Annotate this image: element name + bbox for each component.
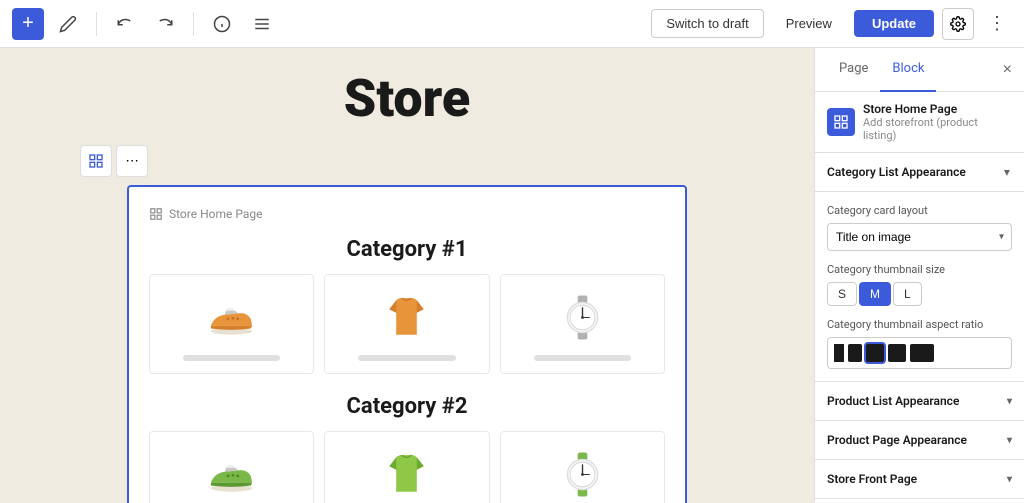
watch-green-image bbox=[552, 444, 612, 503]
accordion-product-page: Product Page Appearance ▾ bbox=[815, 421, 1024, 460]
aspect-square-sm-icon bbox=[848, 346, 862, 360]
info-button[interactable] bbox=[206, 8, 238, 40]
product-page-accordion-header[interactable]: Product Page Appearance ▾ bbox=[815, 421, 1024, 459]
aspect-tall-button[interactable] bbox=[834, 344, 844, 362]
chevron-down-icon-3: ▾ bbox=[1007, 474, 1012, 485]
shirt-green-image bbox=[377, 444, 437, 503]
product-list-accordion-header[interactable]: Product List Appearance ▾ bbox=[815, 382, 1024, 420]
redo-button[interactable] bbox=[149, 8, 181, 40]
preview-button[interactable]: Preview bbox=[772, 10, 846, 37]
store-page-title: Store bbox=[344, 68, 470, 129]
undo-button[interactable] bbox=[109, 8, 141, 40]
aspect-ratio-label: Category thumbnail aspect ratio bbox=[827, 318, 1012, 331]
product-card-shoe bbox=[149, 274, 314, 374]
toolbar-right: Switch to draft Preview Update ⋮ bbox=[651, 8, 1012, 40]
shoe-orange-image bbox=[202, 287, 262, 347]
aspect-wide-sm-icon bbox=[888, 347, 906, 359]
store-block-header: Store Home Page bbox=[149, 207, 665, 221]
card-layout-select-wrapper: Title on image Title below image ▾ bbox=[827, 223, 1012, 251]
store-block-icon-button[interactable] bbox=[80, 145, 112, 177]
block-info-subtitle: Add storefront (product listing) bbox=[863, 116, 1012, 142]
block-controls: ⋯ bbox=[80, 145, 148, 177]
accordion-store-front: Store Front Page ▾ bbox=[815, 460, 1024, 499]
toolbar-divider-2 bbox=[193, 12, 194, 36]
accordion-category-list: Category List Appearance ▲ Category card… bbox=[815, 153, 1024, 382]
toolbar: + Switch to dra bbox=[0, 0, 1024, 48]
shoe-green-image bbox=[202, 444, 262, 503]
product-page-label: Product Page Appearance bbox=[827, 433, 967, 447]
block-info: Store Home Page Add storefront (product … bbox=[815, 92, 1024, 153]
block-info-title: Store Home Page bbox=[863, 102, 1012, 116]
chevron-down-icon: ▾ bbox=[1007, 396, 1012, 407]
tab-page[interactable]: Page bbox=[827, 48, 880, 92]
settings-button[interactable] bbox=[942, 8, 974, 40]
category-2-title: Category #2 bbox=[149, 394, 665, 419]
product-card-shirt bbox=[324, 274, 489, 374]
toolbar-divider bbox=[96, 12, 97, 36]
category-list-label: Category List Appearance bbox=[827, 165, 966, 179]
chevron-down-icon-2: ▾ bbox=[1007, 435, 1012, 446]
update-button[interactable]: Update bbox=[854, 10, 934, 37]
pen-icon-button[interactable] bbox=[52, 8, 84, 40]
product-grid-2 bbox=[149, 431, 665, 503]
aspect-wide-sm-button[interactable] bbox=[888, 344, 906, 362]
category-section-2: Category #2 bbox=[149, 394, 665, 503]
category-section-1: Category #1 bbox=[149, 237, 665, 374]
sidebar: Page Block × Store Home Page Add storefr… bbox=[814, 48, 1024, 503]
thumbnail-size-group: S M L bbox=[827, 282, 1012, 306]
sidebar-close-button[interactable]: × bbox=[1003, 61, 1012, 79]
aspect-ratio-group bbox=[827, 337, 1012, 369]
aspect-square-md-icon bbox=[866, 344, 884, 362]
product-label-bar bbox=[183, 355, 281, 361]
category-list-accordion-content: Category card layout Title on image Titl… bbox=[815, 192, 1024, 381]
add-block-button[interactable]: + bbox=[12, 8, 44, 40]
card-layout-label: Category card layout bbox=[827, 204, 1012, 217]
store-block-header-label: Store Home Page bbox=[169, 207, 262, 221]
canvas: Store ⋯ Store Home Page Category # bbox=[0, 48, 814, 503]
product-grid-1 bbox=[149, 274, 665, 374]
aspect-square-md-button[interactable] bbox=[866, 344, 884, 362]
category-list-accordion-header[interactable]: Category List Appearance ▲ bbox=[815, 153, 1024, 192]
aspect-tall-icon bbox=[834, 344, 844, 362]
product-card-shirt-green bbox=[324, 431, 489, 503]
product-card-shoe-green bbox=[149, 431, 314, 503]
store-navigation-accordion-header[interactable]: Store Navigation ▾ bbox=[815, 499, 1024, 503]
size-l-button[interactable]: L bbox=[893, 282, 922, 306]
size-m-button[interactable]: M bbox=[859, 282, 891, 306]
chevron-up-icon: ▲ bbox=[1002, 167, 1012, 178]
more-options-button[interactable]: ⋮ bbox=[982, 9, 1012, 38]
toolbar-left: + bbox=[12, 8, 643, 40]
ellipsis-icon: ⋯ bbox=[125, 153, 138, 169]
shirt-orange-image bbox=[377, 287, 437, 347]
product-list-label: Product List Appearance bbox=[827, 394, 959, 408]
tab-block[interactable]: Block bbox=[880, 48, 936, 92]
size-s-button[interactable]: S bbox=[827, 282, 857, 306]
store-block: Store Home Page Category #1 bbox=[127, 185, 687, 503]
store-front-label: Store Front Page bbox=[827, 472, 917, 486]
aspect-wide-lg-icon bbox=[910, 347, 934, 359]
accordion-product-list: Product List Appearance ▾ bbox=[815, 382, 1024, 421]
sidebar-tabs: Page Block × bbox=[815, 48, 1024, 92]
product-card-watch bbox=[500, 274, 665, 374]
product-label-bar bbox=[534, 355, 632, 361]
list-view-button[interactable] bbox=[246, 8, 278, 40]
store-front-accordion-header[interactable]: Store Front Page ▾ bbox=[815, 460, 1024, 498]
card-layout-select[interactable]: Title on image Title below image bbox=[827, 223, 1012, 251]
switch-to-draft-button[interactable]: Switch to draft bbox=[651, 9, 763, 38]
aspect-wide-lg-button[interactable] bbox=[910, 344, 934, 362]
thumbnail-size-label: Category thumbnail size bbox=[827, 263, 1012, 276]
category-1-title: Category #1 bbox=[149, 237, 665, 262]
product-label-bar bbox=[358, 355, 456, 361]
accordion-store-navigation: Store Navigation ▾ bbox=[815, 499, 1024, 503]
block-info-icon bbox=[827, 108, 855, 136]
watch-neutral-image bbox=[552, 287, 612, 347]
main-area: Store ⋯ Store Home Page Category # bbox=[0, 48, 1024, 503]
aspect-square-sm-button[interactable] bbox=[848, 344, 862, 362]
block-info-text: Store Home Page Add storefront (product … bbox=[863, 102, 1012, 142]
block-more-options-button[interactable]: ⋯ bbox=[116, 145, 148, 177]
product-card-watch-green bbox=[500, 431, 665, 503]
